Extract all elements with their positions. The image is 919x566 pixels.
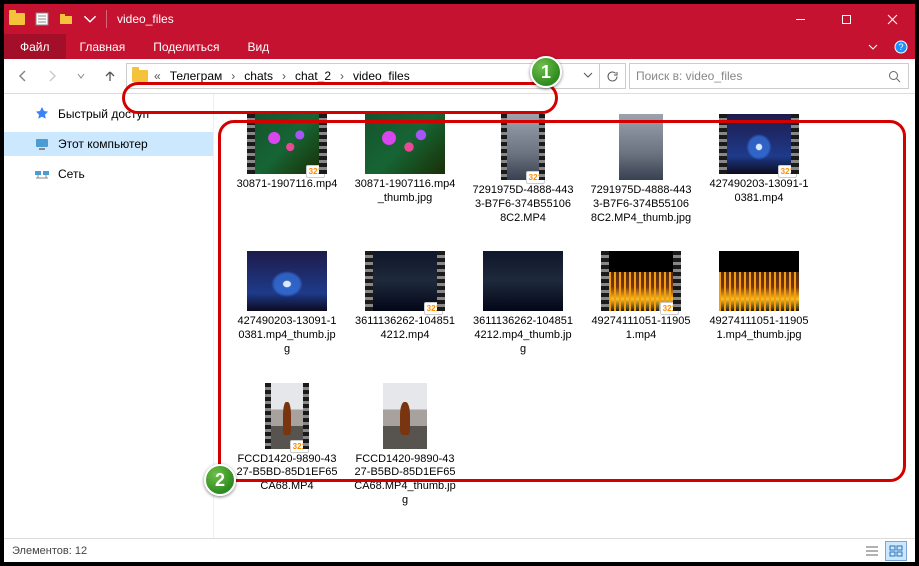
- file-item[interactable]: 427490203-13091-10381.mp4_thumb.jpg: [234, 247, 340, 360]
- breadcrumb-1[interactable]: chats: [238, 64, 279, 88]
- address-folder-icon: [129, 65, 151, 87]
- search-input[interactable]: [630, 69, 880, 83]
- explorer-window: video_files Файл Главная Поделиться Вид …: [0, 0, 919, 566]
- ribbon-tabs: Файл Главная Поделиться Вид ?: [4, 34, 915, 59]
- nav-item-1[interactable]: Этот компьютер: [4, 132, 213, 156]
- file-name: 427490203-13091-10381.mp4_thumb.jpg: [236, 315, 338, 356]
- qat-newfolder-icon[interactable]: [57, 10, 75, 28]
- file-item[interactable]: 3611136262-1048514212.mp4_thumb.jpg: [470, 247, 576, 360]
- items-grid: 32130871-1907116.mp430871-1907116.mp4_th…: [234, 110, 907, 530]
- nav-item-label: Этот компьютер: [58, 137, 148, 151]
- mpc-badge-icon: 321: [526, 171, 545, 184]
- chevron-right-icon[interactable]: ›: [228, 64, 238, 88]
- nav-forward-button[interactable]: [39, 63, 65, 89]
- video-thumbnail: 321: [247, 114, 327, 174]
- file-name: 7291975D-4888-4433-B7F6-374B551068C2.MP4…: [590, 184, 692, 225]
- video-thumbnail: 321: [501, 114, 545, 180]
- file-item[interactable]: 49274111051-119051.mp4_thumb.jpg: [706, 247, 812, 360]
- breadcrumb-2[interactable]: chat_2: [289, 64, 337, 88]
- address-dropdown-icon[interactable]: [577, 67, 599, 85]
- file-item[interactable]: 3217291975D-4888-4433-B7F6-374B551068C2.…: [470, 110, 576, 229]
- address-bar-row: « Телеграм › chats › chat_2 › video_file…: [4, 59, 915, 94]
- svg-text:?: ?: [898, 42, 903, 52]
- tab-share[interactable]: Поделиться: [139, 34, 233, 59]
- close-button[interactable]: [869, 4, 915, 34]
- tab-view[interactable]: Вид: [233, 34, 283, 59]
- view-details-button[interactable]: [861, 541, 883, 561]
- image-thumbnail: [719, 251, 799, 311]
- content-area[interactable]: 32130871-1907116.mp430871-1907116.mp4_th…: [214, 94, 915, 538]
- file-item[interactable]: 321427490203-13091-10381.mp4: [706, 110, 812, 229]
- qat-properties-icon[interactable]: [33, 10, 51, 28]
- breadcrumb-3[interactable]: video_files: [347, 64, 416, 88]
- mpc-badge-icon: 321: [290, 440, 309, 453]
- file-name: FCCD1420-9890-4327-B5BD-85D1EF65CA68.MP4: [236, 453, 338, 494]
- breadcrumb-prefix[interactable]: «: [151, 64, 164, 88]
- image-thumbnail: [483, 251, 563, 311]
- ribbon-expand-icon[interactable]: [859, 34, 887, 59]
- video-thumbnail: 321: [601, 251, 681, 311]
- body: Быстрый доступЭтот компьютерСеть 3213087…: [4, 94, 915, 538]
- qat-dropdown-icon[interactable]: [81, 10, 99, 28]
- file-item[interactable]: 32149274111051-119051.mp4: [588, 247, 694, 360]
- file-name: 3611136262-1048514212.mp4_thumb.jpg: [472, 315, 574, 356]
- file-item[interactable]: 32130871-1907116.mp4: [234, 110, 340, 229]
- chevron-right-icon[interactable]: ›: [337, 64, 347, 88]
- image-thumbnail: [619, 114, 663, 180]
- search-box[interactable]: [629, 63, 909, 89]
- star-icon: [34, 106, 50, 122]
- separator: [106, 10, 107, 28]
- status-count: 12: [75, 545, 87, 557]
- navigation-pane: Быстрый доступ Этот компьютер Сеть: [4, 94, 214, 538]
- status-count-label: Элементов:: [12, 545, 72, 557]
- file-item[interactable]: FCCD1420-9890-4327-B5BD-85D1EF65CA68.MP4…: [352, 379, 458, 512]
- nav-item-label: Сеть: [58, 167, 85, 181]
- help-button[interactable]: ?: [887, 34, 915, 59]
- nav-recent-dropdown[interactable]: [68, 63, 94, 89]
- nav-up-button[interactable]: [97, 63, 123, 89]
- mpc-badge-icon: 321: [424, 302, 443, 315]
- mpc-badge-icon: 321: [778, 165, 797, 178]
- nav-item-label: Быстрый доступ: [58, 107, 149, 121]
- maximize-button[interactable]: [823, 4, 869, 34]
- file-item[interactable]: 30871-1907116.mp4_thumb.jpg: [352, 110, 458, 229]
- net-icon: [34, 166, 50, 182]
- file-item[interactable]: 7291975D-4888-4433-B7F6-374B551068C2.MP4…: [588, 110, 694, 229]
- chevron-right-icon[interactable]: ›: [279, 64, 289, 88]
- file-item[interactable]: 321FCCD1420-9890-4327-B5BD-85D1EF65CA68.…: [234, 379, 340, 512]
- refresh-button[interactable]: [599, 64, 625, 88]
- file-name: 30871-1907116.mp4_thumb.jpg: [354, 178, 456, 206]
- mpc-badge-icon: 321: [660, 302, 679, 315]
- file-name: 49274111051-119051.mp4_thumb.jpg: [708, 315, 810, 343]
- window-folder-icon: [7, 9, 27, 29]
- tab-file[interactable]: Файл: [4, 34, 66, 59]
- file-name: FCCD1420-9890-4327-B5BD-85D1EF65CA68.MP4…: [354, 453, 456, 508]
- window-title: video_files: [117, 12, 174, 26]
- pc-icon: [34, 136, 50, 152]
- file-item[interactable]: 3213611136262-1048514212.mp4: [352, 247, 458, 360]
- minimize-button[interactable]: [777, 4, 823, 34]
- file-name: 49274111051-119051.mp4: [590, 315, 692, 343]
- video-thumbnail: 321: [265, 383, 309, 449]
- video-thumbnail: 321: [365, 251, 445, 311]
- title-bar: video_files: [4, 4, 915, 34]
- file-name: 427490203-13091-10381.mp4: [708, 178, 810, 206]
- nav-back-button[interactable]: [10, 63, 36, 89]
- status-bar: Элементов: 12: [4, 538, 915, 562]
- image-thumbnail: [365, 114, 445, 174]
- view-large-icons-button[interactable]: [885, 541, 907, 561]
- mpc-badge-icon: 321: [306, 165, 325, 178]
- nav-item-0[interactable]: Быстрый доступ: [4, 102, 213, 126]
- breadcrumb-0[interactable]: Телеграм: [164, 64, 229, 88]
- address-bar[interactable]: « Телеграм › chats › chat_2 › video_file…: [126, 63, 626, 89]
- tab-home[interactable]: Главная: [66, 34, 140, 59]
- image-thumbnail: [247, 251, 327, 311]
- file-name: 7291975D-4888-4433-B7F6-374B551068C2.MP4: [472, 184, 574, 225]
- nav-item-2[interactable]: Сеть: [4, 162, 213, 186]
- file-name: 30871-1907116.mp4: [237, 178, 338, 192]
- video-thumbnail: 321: [719, 114, 799, 174]
- search-icon[interactable]: [880, 70, 908, 83]
- image-thumbnail: [383, 383, 427, 449]
- file-name: 3611136262-1048514212.mp4: [354, 315, 456, 343]
